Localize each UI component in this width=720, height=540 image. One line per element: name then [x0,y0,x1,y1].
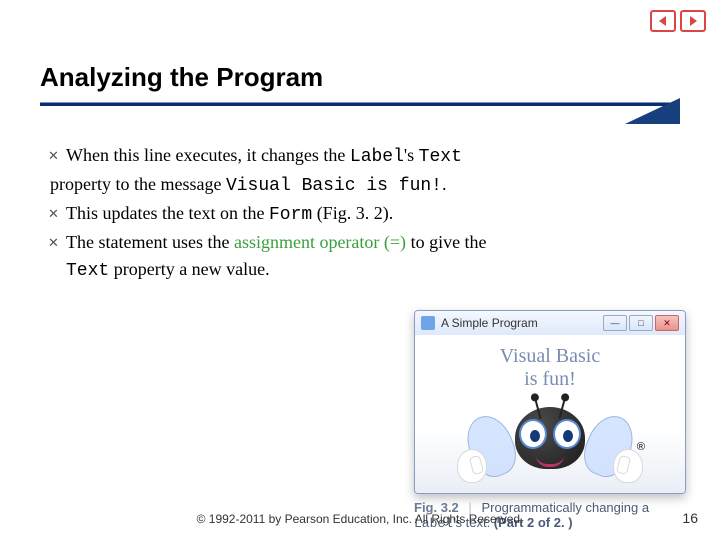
bullet-icon: ✕ [48,146,66,166]
sample-window: A Simple Program — □ ✕ Visual Basic is f… [414,310,686,494]
page-number: 16 [682,510,698,526]
bullet-2: ✕This updates the text on the Form (Fig.… [48,200,668,229]
bullet-icon: ✕ [48,233,66,253]
app-icon [421,316,435,330]
window-titlebar: A Simple Program — □ ✕ [415,311,685,335]
window-title: A Simple Program [441,316,603,330]
slide-title: Analyzing the Program [40,62,323,93]
close-button[interactable]: ✕ [655,315,679,331]
title-underline [40,98,680,124]
next-slide-button[interactable] [680,10,706,32]
bullet-1-cont: property to the message Visual Basic is … [48,171,668,200]
bug-mascot-image: ® [475,397,625,494]
minimize-button[interactable]: — [603,315,627,331]
prev-slide-button[interactable] [650,10,676,32]
bullet-1: ✕When this line executes, it changes the… [48,142,668,171]
slide-body: ✕When this line executes, it changes the… [48,142,668,285]
window-body: Visual Basic is fun! ® [415,335,685,493]
bullet-icon: ✕ [48,204,66,224]
bullet-3-cont: Text property a new value. [48,256,668,285]
chevron-left-icon [657,15,669,27]
bullet-3: ✕The statement uses the assignment opera… [48,229,668,256]
copyright-footer: © 1992-2011 by Pearson Education, Inc. A… [0,512,720,526]
maximize-button[interactable]: □ [629,315,653,331]
chevron-right-icon [687,15,699,27]
text-label: Visual Basic is fun! [425,345,675,391]
figure-3-2: A Simple Program — □ ✕ Visual Basic is f… [414,310,686,531]
registered-icon: ® [637,441,645,453]
